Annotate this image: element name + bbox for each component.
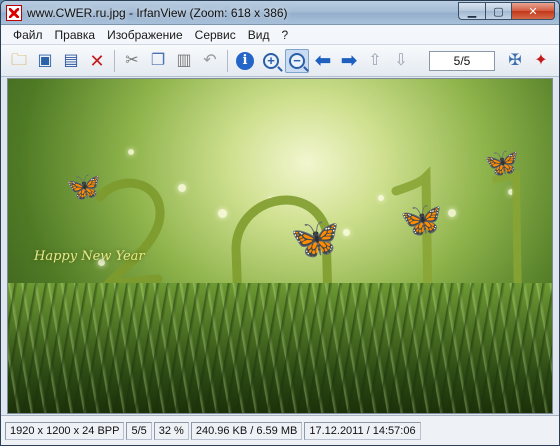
toolbar: 🗀 ▣ ▤ ✕ ✂ ❐ ▥ ↶ i + − ⬅ ➡ ⇧ ⇩ 5/5 ✠ ✦ xyxy=(1,45,559,77)
image-viewport[interactable]: 🦋 🦋 🦋 🦋 Happy New Year xyxy=(7,78,553,414)
status-datetime: 17.12.2011 / 14:57:06 xyxy=(304,421,421,440)
previous-icon[interactable]: ⬅ xyxy=(311,49,335,73)
irfanview-window: www.CWER.ru.jpg - IrfanView (Zoom: 618 x… xyxy=(0,0,560,446)
toolbar-separator xyxy=(227,49,228,72)
zoom-out-icon[interactable]: − xyxy=(285,48,309,73)
toolbar-separator xyxy=(114,49,115,72)
open-folder-icon[interactable]: 🗀 xyxy=(7,49,31,73)
irfanview-app-icon[interactable] xyxy=(6,5,22,21)
greeting-text: Happy New Year xyxy=(34,249,145,264)
next-icon[interactable]: ➡ xyxy=(337,49,361,73)
zoom-in-icon[interactable]: + xyxy=(259,49,283,73)
status-dimensions: 1920 x 1200 x 24 BPP xyxy=(5,421,125,440)
thumbnails-icon[interactable]: ▣ xyxy=(33,49,57,73)
undo-icon[interactable]: ↶ xyxy=(198,49,222,73)
properties-icon[interactable]: ✠ xyxy=(503,49,527,73)
save-icon[interactable]: ▤ xyxy=(59,49,83,73)
paste-icon[interactable]: ▥ xyxy=(172,49,196,73)
delete-icon[interactable]: ✕ xyxy=(85,49,109,73)
status-index: 5/5 xyxy=(126,421,152,440)
menu-view[interactable]: Вид xyxy=(242,28,276,42)
exit-icon[interactable]: ✦ xyxy=(529,49,553,73)
title-bar[interactable]: www.CWER.ru.jpg - IrfanView (Zoom: 618 x… xyxy=(1,1,559,25)
window-controls: ▁ ▢ ✕ xyxy=(458,2,555,20)
copy-icon[interactable]: ❐ xyxy=(146,49,170,73)
page-indicator[interactable]: 5/5 xyxy=(429,50,495,71)
butterfly-purple: 🦋 xyxy=(290,217,340,261)
close-button[interactable]: ✕ xyxy=(511,2,555,20)
menu-tools[interactable]: Сервис xyxy=(189,28,242,42)
menu-bar: Файл Правка Изображение Сервис Вид ? xyxy=(1,25,559,45)
last-page-icon[interactable]: ⇩ xyxy=(389,49,413,73)
butterfly-teal: 🦋 xyxy=(400,201,443,239)
butterfly-orange: 🦋 xyxy=(66,171,101,202)
menu-image[interactable]: Изображение xyxy=(101,28,189,42)
cut-icon[interactable]: ✂ xyxy=(120,49,144,73)
menu-file[interactable]: Файл xyxy=(7,28,49,42)
info-icon[interactable]: i xyxy=(233,49,257,73)
menu-edit[interactable]: Правка xyxy=(49,28,102,42)
butterfly-yellow: 🦋 xyxy=(484,147,519,178)
maximize-button[interactable]: ▢ xyxy=(485,2,511,20)
status-bar: 1920 x 1200 x 24 BPP 5/5 32 % 240.96 KB … xyxy=(1,415,559,445)
status-zoom: 32 % xyxy=(153,421,189,440)
status-filesize: 240.96 KB / 6.59 MB xyxy=(190,421,303,440)
first-page-icon[interactable]: ⇧ xyxy=(363,49,387,73)
grass-foreground xyxy=(8,283,552,413)
minimize-button[interactable]: ▁ xyxy=(458,2,485,20)
window-title: www.CWER.ru.jpg - IrfanView (Zoom: 618 x… xyxy=(27,6,288,20)
menu-help[interactable]: ? xyxy=(275,28,294,42)
